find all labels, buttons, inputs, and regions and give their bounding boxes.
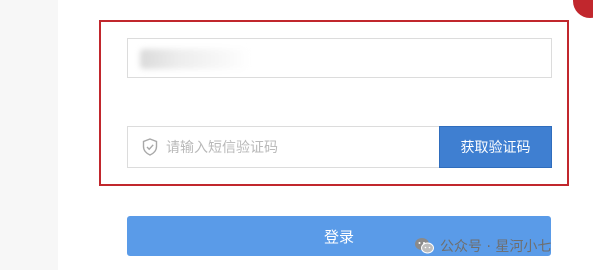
phone-input[interactable]: [127, 38, 552, 78]
sms-code-placeholder: 请输入短信验证码: [166, 140, 278, 156]
watermark: 公众号 · 星河小七: [414, 235, 551, 257]
get-code-button[interactable]: 获取验证码: [439, 126, 552, 168]
red-badge: [573, 0, 593, 18]
shield-icon: [142, 138, 158, 156]
phone-number-blurred: [140, 49, 250, 69]
watermark-text: 公众号 · 星河小七: [440, 239, 552, 255]
sms-code-input[interactable]: 请输入短信验证码: [127, 126, 441, 168]
wechat-icon: [415, 238, 434, 254]
